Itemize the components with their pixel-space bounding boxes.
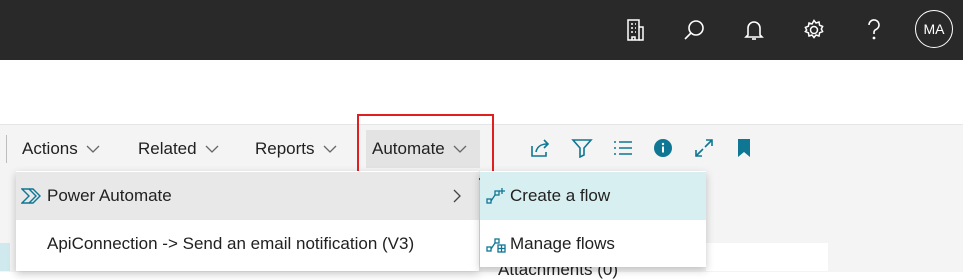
info-icon[interactable] — [650, 135, 676, 161]
action-bar-divider — [6, 135, 7, 163]
actions-menu-label: Actions — [22, 139, 78, 158]
filter-icon[interactable] — [569, 135, 595, 161]
top-navigation-bar: MA — [0, 0, 963, 60]
manage-flows-icon — [486, 235, 506, 253]
page-header-area — [0, 60, 963, 124]
share-icon[interactable] — [528, 135, 554, 161]
chevron-right-icon — [453, 189, 461, 203]
power-automate-icon — [21, 188, 41, 204]
automate-dropdown: Power Automate ApiConnection -> Send an … — [16, 171, 479, 271]
reports-menu-label: Reports — [255, 139, 315, 158]
chevron-down-icon — [205, 145, 219, 153]
power-automate-submenu: Create a flow Manage flows — [480, 171, 706, 267]
chevron-down-icon — [86, 145, 100, 153]
create-flow-item[interactable]: Create a flow — [480, 172, 706, 220]
send-email-notification-label: ApiConnection -> Send an email notificat… — [47, 234, 415, 253]
search-icon[interactable] — [676, 12, 712, 48]
related-menu-label: Related — [138, 139, 197, 158]
reports-menu[interactable]: Reports — [249, 130, 343, 168]
chevron-down-icon — [323, 145, 337, 153]
related-menu[interactable]: Related — [132, 130, 225, 168]
power-automate-item[interactable]: Power Automate — [16, 172, 479, 220]
background-card — [706, 243, 828, 271]
gear-icon[interactable] — [796, 12, 832, 48]
help-icon[interactable] — [856, 12, 892, 48]
background-panel-strip — [0, 243, 10, 271]
create-flow-icon — [486, 187, 506, 205]
bookmark-icon[interactable] — [731, 135, 757, 161]
chevron-down-icon — [453, 145, 467, 153]
manage-flows-label: Manage flows — [510, 234, 615, 253]
company-icon[interactable] — [617, 12, 653, 48]
bell-icon[interactable] — [736, 12, 772, 48]
list-icon[interactable] — [610, 135, 636, 161]
user-avatar[interactable]: MA — [915, 10, 953, 48]
send-email-notification-item[interactable]: ApiConnection -> Send an email notificat… — [16, 220, 479, 268]
expand-icon[interactable] — [691, 135, 717, 161]
automate-menu-label: Automate — [372, 139, 445, 158]
power-automate-label: Power Automate — [47, 186, 172, 205]
manage-flows-item[interactable]: Manage flows — [480, 220, 706, 268]
actions-menu[interactable]: Actions — [16, 130, 106, 168]
create-flow-label: Create a flow — [510, 186, 611, 205]
automate-menu[interactable]: Automate — [366, 130, 480, 168]
